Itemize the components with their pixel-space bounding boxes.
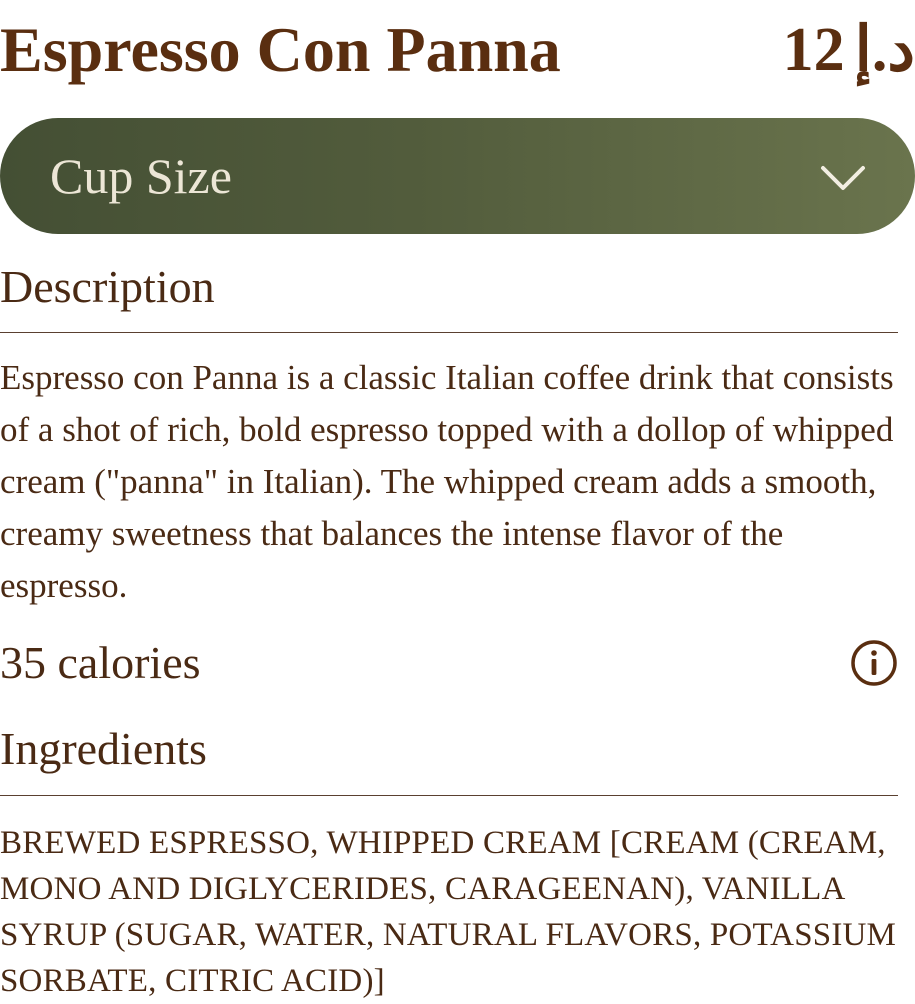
cup-size-select[interactable]: Cup Size — [0, 118, 915, 234]
ingredients-heading: Ingredients — [0, 723, 207, 774]
info-icon[interactable] — [850, 639, 898, 687]
product-price: 12 د.إ — [783, 8, 915, 92]
ingredients-divider — [0, 795, 898, 796]
product-title: Espresso Con Panna — [0, 14, 561, 85]
description-heading: Description — [0, 261, 215, 312]
description-divider — [0, 332, 898, 333]
description-text: Espresso con Panna is a classic Italian … — [0, 358, 894, 605]
price-currency: د.إ — [854, 16, 915, 84]
cup-size-label: Cup Size — [50, 148, 232, 204]
calories-value: 35 calories — [0, 637, 201, 688]
chevron-down-icon — [821, 166, 865, 190]
product-header: Espresso Con Panna 12 د.إ — [0, 8, 915, 92]
ingredients-text: BREWED ESPRESSO, WHIPPED CREAM [CREAM (C… — [0, 825, 897, 999]
price-amount: 12 — [782, 16, 845, 84]
